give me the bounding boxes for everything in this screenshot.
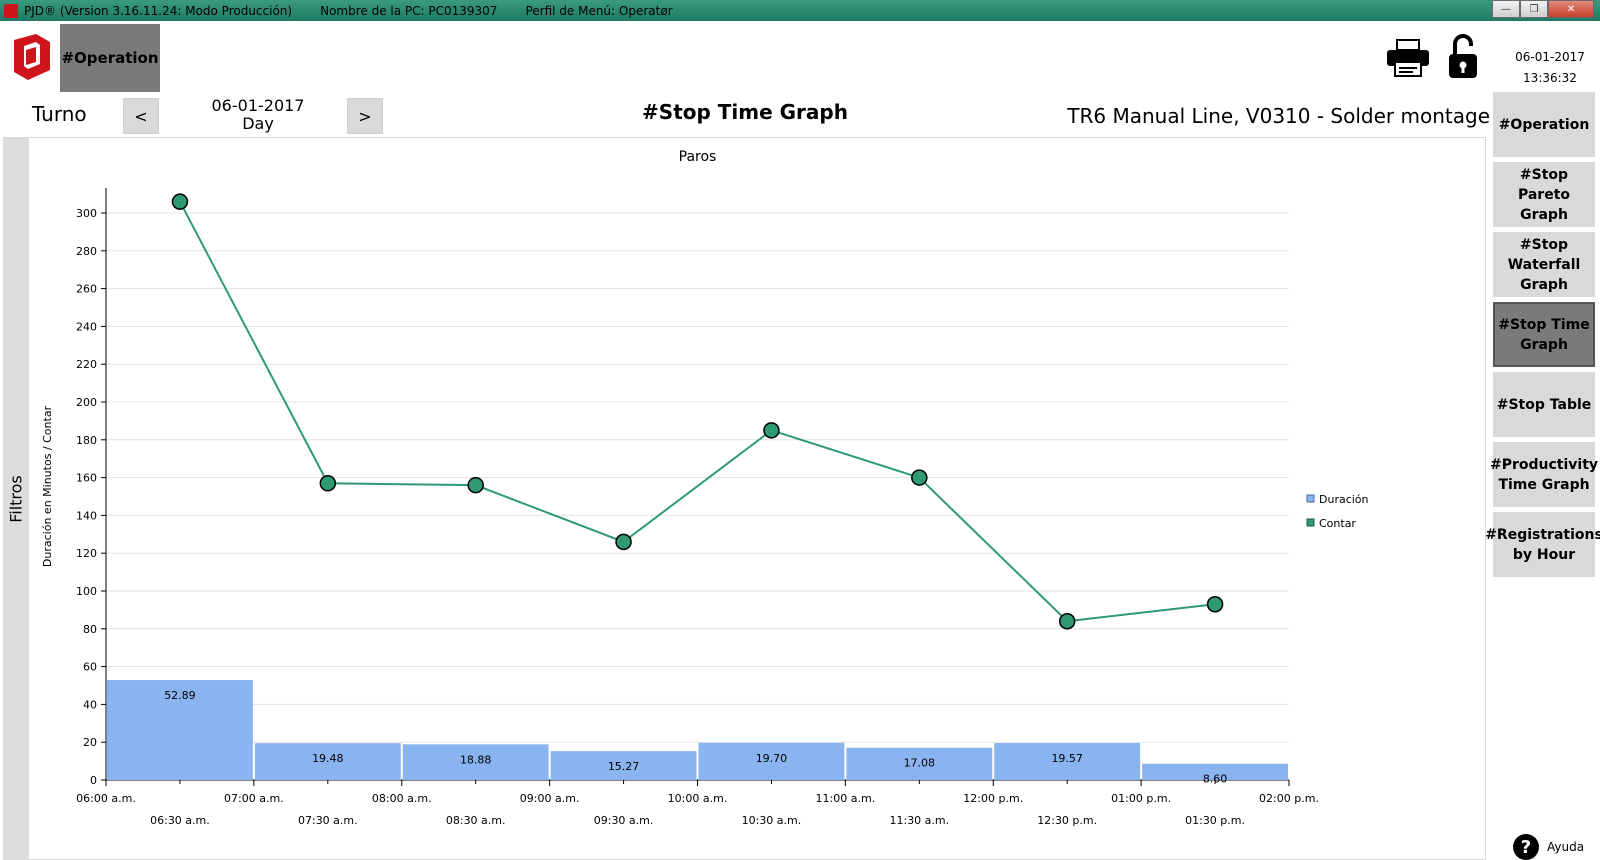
date-selector: 06-01-2017 Day [196, 97, 320, 133]
window-controls: — ❐ ✕ [1492, 0, 1594, 18]
window-title-profile: Perfil de Menú: Operatør [525, 3, 673, 18]
unlock-icon[interactable] [1446, 34, 1480, 80]
bar-data-label: 19.48 [312, 752, 344, 765]
y-tick-label: 60 [83, 661, 97, 674]
sidebar-item-productivity-time-graph[interactable]: #Productivity Time Graph [1490, 442, 1598, 507]
legend-label-duracion: Duración [1319, 493, 1369, 506]
bar-data-label: 15.27 [608, 760, 640, 773]
bar-data-label: 18.88 [460, 753, 492, 766]
point-contar [763, 422, 780, 439]
x-major-tick-label: 08:00 a.m. [372, 792, 432, 805]
selected-period: Day [242, 114, 274, 133]
y-tick-label: 200 [76, 396, 97, 409]
x-category-label: 07:30 a.m. [298, 814, 358, 827]
help-icon: ? [1513, 834, 1539, 860]
x-category-label: 10:30 a.m. [742, 814, 802, 827]
filters-panel-toggle[interactable]: Filtros [3, 137, 29, 860]
point-contar [319, 475, 337, 492]
x-category-label: 01:30 p.m. [1185, 814, 1245, 827]
y-tick-label: 160 [76, 472, 97, 485]
help-label: Ayuda [1547, 840, 1585, 854]
next-date-button[interactable]: > [347, 98, 383, 134]
x-category-label: 09:30 a.m. [594, 814, 654, 827]
y-tick-label: 220 [76, 358, 97, 371]
y-axis-label: Duración en Minutos / Contar [41, 405, 54, 567]
selected-date: 06-01-2017 [211, 96, 305, 115]
x-category-label: 12:30 p.m. [1037, 814, 1097, 827]
window-titlebar: PJD® (Version 3.16.11.24: Modo Producció… [0, 0, 1600, 21]
sidebar-item-stop-waterfall-graph[interactable]: #Stop Waterfall Graph [1493, 232, 1595, 297]
bar-data-label: 17.08 [904, 757, 936, 770]
y-tick-label: 280 [76, 245, 97, 258]
series-line-contar [179, 201, 1216, 623]
point-contar [1058, 612, 1076, 630]
stop-time-chart: Paros 0 20 40 60 80 100 120 140 160 180 200 220 240 26… [41, 149, 1369, 827]
point-contar [911, 469, 928, 486]
operation-header-button[interactable]: #Operation [60, 24, 160, 92]
x-major-tick-label: 07:00 a.m. [224, 792, 284, 805]
y-tick-label: 140 [76, 509, 97, 522]
sidebar-item-stop-table[interactable]: #Stop Table [1493, 372, 1595, 437]
x-major-tick-label: 01:00 p.m. [1111, 792, 1171, 805]
y-tick-label: 40 [83, 698, 97, 711]
window-title-version: PJD® (Version 3.16.11.24: Modo Producció… [24, 3, 293, 18]
window-title-pc: Nombre de la PC: PC0139307 [320, 3, 498, 18]
x-major-tick-label: 10:00 a.m. [668, 792, 728, 805]
point-contar [171, 193, 189, 210]
x-major-tick-label: 12:00 p.m. [963, 792, 1023, 805]
y-tick-label: 240 [76, 320, 97, 333]
sidebar: #Operation #Stop Pareto Graph #Stop Wate… [1485, 92, 1600, 582]
y-tick-label: 100 [76, 585, 97, 598]
bar-data-label: 52.89 [164, 689, 196, 702]
sidebar-item-stop-time-graph[interactable]: #Stop Time Graph [1493, 302, 1595, 367]
restore-icon[interactable]: ❐ [1520, 0, 1548, 18]
x-major-tick-label: 06:00 a.m. [76, 792, 136, 805]
y-tick-label: 0 [90, 774, 97, 787]
y-tick-label: 120 [76, 547, 97, 560]
prev-date-button[interactable]: < [123, 98, 159, 134]
bar-data-label: 19.70 [756, 752, 788, 765]
legend-swatch-contar [1306, 518, 1315, 527]
point-contar [1206, 595, 1224, 613]
current-date: 06-01-2017 [1515, 50, 1585, 64]
x-major-tick-label: 09:00 a.m. [520, 792, 580, 805]
turno-label: Turno [32, 102, 87, 126]
bar-data-label: 19.57 [1051, 752, 1083, 765]
x-category-label: 11:30 a.m. [889, 814, 949, 827]
y-tick-label: 180 [76, 434, 97, 447]
legend-label-contar: Contar [1319, 517, 1356, 530]
chart-title: Paros [679, 149, 717, 165]
sidebar-item-operation[interactable]: #Operation [1493, 92, 1595, 157]
legend-swatch-duracion [1306, 494, 1315, 503]
sidebar-item-registrations-by-hour[interactable]: #Registrations by Hour [1485, 512, 1600, 577]
line-title: TR6 Manual Line, V0310 - Solder montage [1067, 104, 1490, 128]
filters-label: Filtros [6, 474, 26, 523]
point-contar [467, 476, 484, 494]
x-category-label: 08:30 a.m. [446, 814, 506, 827]
y-tick-label: 80 [83, 623, 97, 636]
current-time: 13:36:32 [1523, 71, 1577, 85]
sidebar-item-stop-pareto-graph[interactable]: #Stop Pareto Graph [1493, 162, 1595, 227]
clock: 06-01-2017 13:36:32 [1500, 47, 1600, 89]
close-icon[interactable]: ✕ [1548, 0, 1594, 18]
point-contar [615, 533, 632, 551]
y-tick-label: 300 [76, 207, 97, 220]
app-icon [4, 3, 18, 18]
page-title: #Stop Time Graph [642, 100, 848, 124]
minimize-icon[interactable]: — [1492, 0, 1520, 18]
x-category-label: 06:30 a.m. [150, 814, 210, 827]
help-button[interactable]: ? Ayuda [1513, 834, 1584, 860]
app-logo-icon [14, 34, 50, 80]
y-tick-label: 20 [83, 736, 97, 749]
y-tick-label: 260 [76, 283, 97, 296]
x-major-tick-label: 02:00 p.m. [1259, 792, 1319, 805]
x-major-tick-label: 11:00 a.m. [816, 792, 876, 805]
printer-icon[interactable] [1385, 38, 1431, 78]
